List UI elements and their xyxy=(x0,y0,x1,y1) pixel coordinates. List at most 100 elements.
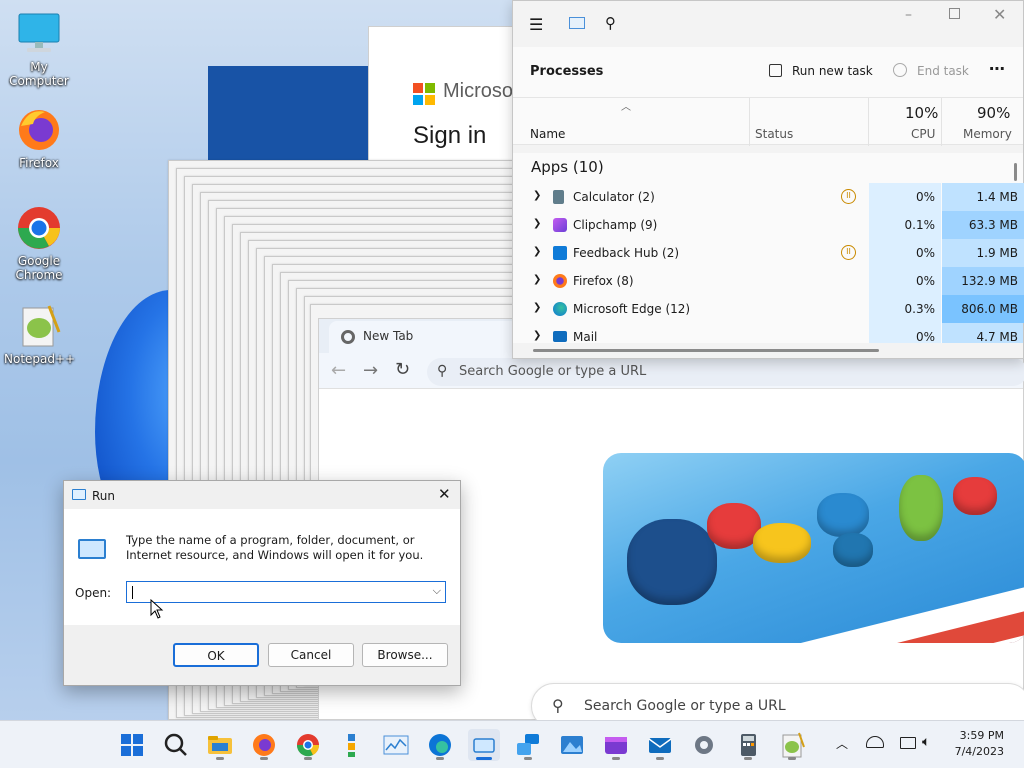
omnibox[interactable]: ⚲ Search Google or type a URL xyxy=(427,358,1024,386)
task-manager-window[interactable]: ☰ ⚲ – ✕ Processes Run new task End task … xyxy=(512,0,1024,359)
desktop-icon-label: Firefox xyxy=(19,156,59,170)
desktop-icon-notepadpp[interactable]: Notepad++ xyxy=(4,302,75,366)
signin-heading: Sign in xyxy=(413,122,487,149)
expand-chevron-icon[interactable]: ❯ xyxy=(533,218,541,229)
end-task-button[interactable]: End task xyxy=(917,64,969,78)
desktop-icon-my-computer[interactable]: My Computer xyxy=(4,10,74,88)
settings-icon[interactable] xyxy=(688,729,720,761)
expand-chevron-icon[interactable]: ❯ xyxy=(533,246,541,257)
display-icon[interactable] xyxy=(900,737,916,749)
performance-icon[interactable] xyxy=(380,729,412,761)
process-cpu: 0% xyxy=(869,267,941,295)
signin-window[interactable]: Microsoft Sign in xyxy=(368,26,519,176)
forward-icon[interactable]: → xyxy=(363,360,378,381)
cancel-button[interactable]: Cancel xyxy=(268,643,354,667)
run-icon[interactable] xyxy=(468,729,500,761)
feedback-hub-icon[interactable] xyxy=(512,729,544,761)
search-icon[interactable]: ⚲ xyxy=(605,14,616,32)
notepadpp-icon[interactable] xyxy=(776,729,808,761)
maximize-icon[interactable] xyxy=(949,8,960,19)
desktop-icon-label: Google Chrome xyxy=(15,254,63,282)
desktop-icon-firefox[interactable]: Firefox xyxy=(4,106,74,170)
widgets-icon[interactable] xyxy=(336,729,368,761)
text-caret xyxy=(132,586,133,599)
col-cpu[interactable]: CPU xyxy=(911,127,935,141)
expand-chevron-icon[interactable]: ❯ xyxy=(533,190,541,201)
search-icon: ⚲ xyxy=(437,363,448,379)
reload-icon[interactable]: ↻ xyxy=(395,359,410,380)
horizontal-scrollbar[interactable] xyxy=(533,349,879,352)
search-icon[interactable] xyxy=(160,729,192,761)
suspended-icon: II xyxy=(841,245,856,260)
process-row[interactable]: ❯ Microsoft Edge (12) 0.3% 806.0 MB xyxy=(513,295,1024,323)
process-cpu: 0.3% xyxy=(869,295,941,323)
google-search-placeholder: Search Google or type a URL xyxy=(584,698,786,714)
close-icon[interactable]: ✕ xyxy=(438,485,451,503)
google-doodle[interactable] xyxy=(603,453,1024,643)
browse-button[interactable]: Browse... xyxy=(362,643,448,667)
expand-chevron-icon[interactable]: ❯ xyxy=(533,330,541,341)
network-icon[interactable] xyxy=(866,736,884,748)
start-icon[interactable] xyxy=(116,729,148,761)
col-status[interactable]: Status xyxy=(755,127,793,141)
edge-icon[interactable] xyxy=(424,729,456,761)
run-dialog[interactable]: Run ✕ Type the name of a program, folder… xyxy=(63,480,461,686)
end-task-icon xyxy=(893,63,907,77)
process-row[interactable]: ❯ Calculator (2) II 0% 1.4 MB xyxy=(513,183,1024,211)
back-icon[interactable]: ← xyxy=(331,360,346,381)
chrome-tab-title: New Tab xyxy=(363,329,414,343)
feedback-hub-icon xyxy=(553,246,567,260)
close-icon[interactable]: ✕ xyxy=(993,5,1006,24)
clock-date: 7/4/2023 xyxy=(954,745,1004,758)
expand-chevron-icon[interactable]: ❯ xyxy=(533,274,541,285)
chevron-down-icon[interactable]: ⌵ xyxy=(433,584,441,598)
expand-chevron-icon[interactable]: ❯ xyxy=(533,302,541,313)
suspended-icon: II xyxy=(841,189,856,204)
process-row[interactable]: ❯ Clipchamp (9) 0.1% 63.3 MB xyxy=(513,211,1024,239)
process-row[interactable]: ❯ Feedback Hub (2) II 0% 1.9 MB xyxy=(513,239,1024,267)
open-combobox[interactable]: ⌵ xyxy=(126,581,446,603)
volume-icon[interactable]: 🔈︎ xyxy=(922,734,930,750)
process-cpu: 0% xyxy=(869,323,941,343)
mail-icon[interactable] xyxy=(644,729,676,761)
run-new-task-button[interactable]: Run new task xyxy=(792,64,873,78)
process-memory: 63.3 MB xyxy=(942,211,1024,239)
microsoft-logo-icon xyxy=(413,83,435,105)
more-options-icon[interactable]: ⋯ xyxy=(989,59,1005,78)
running-indicator xyxy=(476,757,492,760)
firefox-icon[interactable] xyxy=(248,729,280,761)
running-indicator xyxy=(260,757,268,760)
run-title-icon xyxy=(72,489,86,500)
process-row[interactable]: ❯ Mail 0% 4.7 MB xyxy=(513,323,1023,343)
minimize-icon[interactable]: – xyxy=(905,7,912,23)
process-name: Microsoft Edge (12) xyxy=(573,302,691,316)
task-manager-app-icon xyxy=(569,17,585,29)
search-icon: ⚲ xyxy=(552,696,564,715)
col-memory[interactable]: Memory xyxy=(963,127,1012,141)
notepadpp-icon xyxy=(15,302,63,350)
running-indicator xyxy=(656,757,664,760)
process-memory: 132.9 MB xyxy=(942,267,1024,295)
file-explorer-icon[interactable] xyxy=(204,729,236,761)
tm-commandbar: Processes Run new task End task ⋯ xyxy=(513,47,1023,97)
clock[interactable]: 3:59 PM 7/4/2023 xyxy=(948,729,1004,758)
process-row[interactable]: ❯ Firefox (8) 0% 132.9 MB xyxy=(513,267,1024,295)
open-label: Open: xyxy=(75,586,112,600)
doodle-stone xyxy=(899,475,943,541)
chrome-tab[interactable]: New Tab xyxy=(329,321,519,353)
col-mem-pct: 90% xyxy=(977,104,1011,122)
hamburger-menu-icon[interactable]: ☰ xyxy=(529,15,543,34)
tm-group-row[interactable]: Apps (10) xyxy=(513,153,1023,183)
vertical-scrollbar[interactable] xyxy=(1014,163,1017,181)
col-divider xyxy=(941,98,942,146)
desktop-icon-google-chrome[interactable]: Google Chrome xyxy=(4,204,74,282)
photos-icon[interactable] xyxy=(556,729,588,761)
col-name[interactable]: Name xyxy=(530,127,565,141)
ok-button[interactable]: OK xyxy=(173,643,259,667)
show-hidden-icons-icon[interactable]: ︿ xyxy=(836,735,848,752)
chrome-icon xyxy=(15,204,63,252)
monitor-icon xyxy=(15,10,63,58)
calculator-icon[interactable] xyxy=(732,729,764,761)
clipchamp-icon[interactable] xyxy=(600,729,632,761)
chrome-icon[interactable] xyxy=(292,729,324,761)
